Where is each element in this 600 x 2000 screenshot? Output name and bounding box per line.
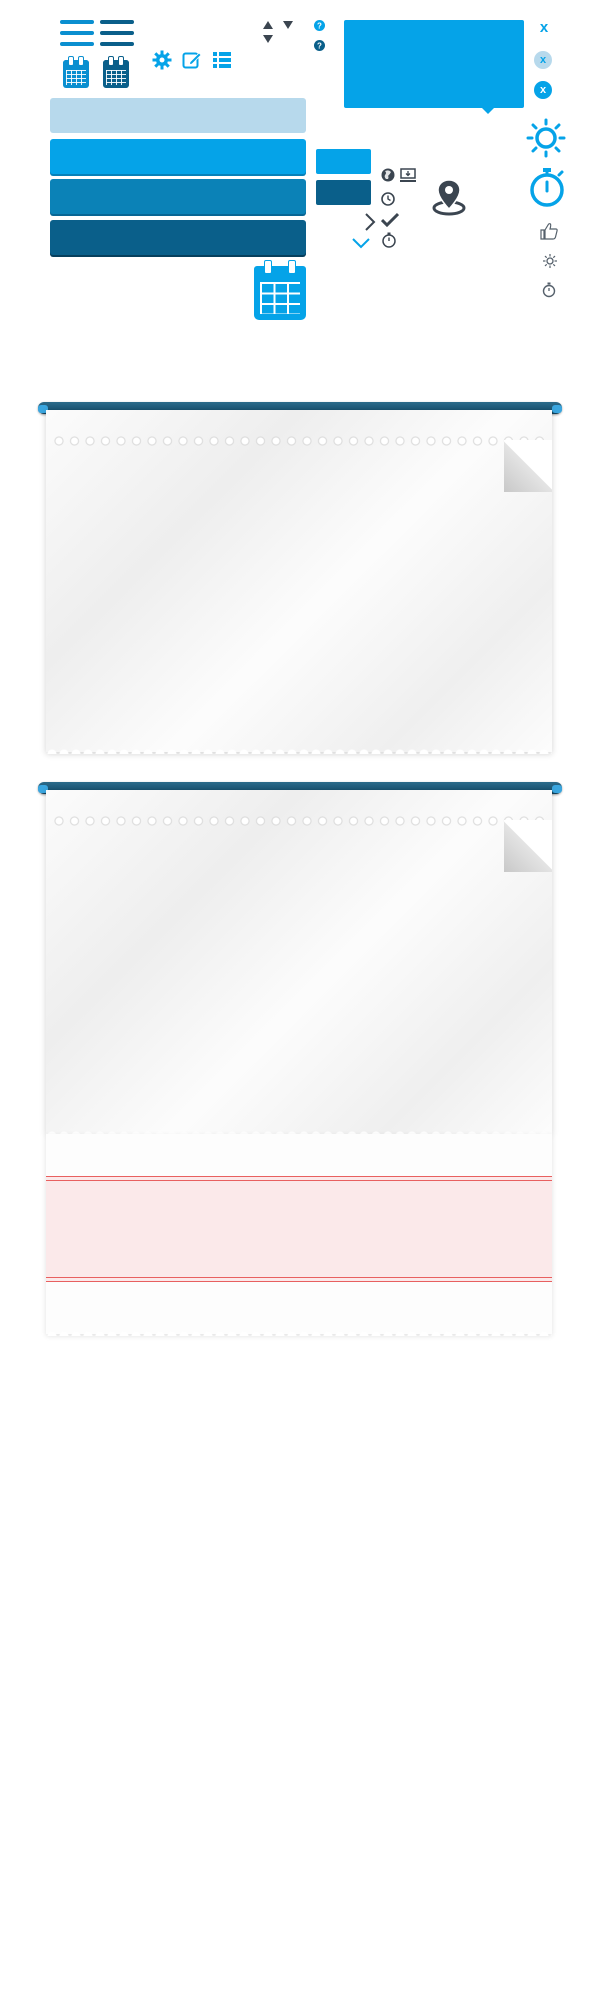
close-button[interactable]: x (537, 20, 551, 36)
button-bar-dark[interactable] (50, 220, 306, 255)
gear-icon[interactable] (152, 50, 172, 70)
note-highlight-band (46, 1176, 552, 1282)
small-button-dark[interactable] (316, 180, 371, 205)
svg-text:?: ? (317, 42, 322, 51)
download-icon[interactable] (400, 168, 416, 182)
tooltip-bubble (344, 20, 524, 114)
stopwatch-icon-small (382, 232, 396, 248)
question-icon-dark[interactable]: ? (314, 40, 325, 51)
paper-sheet-2 (46, 790, 552, 1136)
check-icon (381, 212, 399, 227)
button-bar-accent[interactable] (50, 139, 306, 174)
menu-icon[interactable] (60, 20, 94, 46)
thumbs-up-icon[interactable] (540, 222, 558, 240)
menu-icon-dark[interactable] (100, 20, 134, 46)
button-bar-mid[interactable] (50, 179, 306, 214)
clock-icon (381, 192, 395, 206)
sun-icon[interactable] (526, 118, 566, 158)
svg-text:?: ? (317, 22, 322, 31)
edit-icon[interactable] (182, 50, 202, 70)
sun-icon-small (543, 254, 557, 268)
calendar-icon-dark[interactable] (103, 56, 129, 88)
stopwatch-icon-gray (542, 282, 556, 298)
globe-icon (381, 168, 395, 182)
close-button-light[interactable]: x (534, 51, 552, 69)
question-icon[interactable]: ? (314, 20, 325, 31)
note-paper (46, 1134, 552, 1336)
small-button-accent[interactable] (316, 149, 371, 174)
progress-bar-light (50, 98, 306, 133)
calendar-icon[interactable] (63, 56, 89, 88)
close-button-solid[interactable]: x (534, 81, 552, 99)
stopwatch-icon[interactable] (528, 166, 566, 208)
sort-arrows-icon[interactable] (262, 20, 274, 44)
calendar-icon-large[interactable] (254, 260, 306, 320)
list-icon[interactable] (212, 50, 232, 70)
chevron-right-icon[interactable] (364, 213, 376, 231)
location-pin-icon (432, 179, 466, 216)
triangle-down-icon[interactable] (282, 20, 294, 30)
chevron-down-icon[interactable] (352, 238, 370, 249)
paper-sheet (46, 410, 552, 754)
